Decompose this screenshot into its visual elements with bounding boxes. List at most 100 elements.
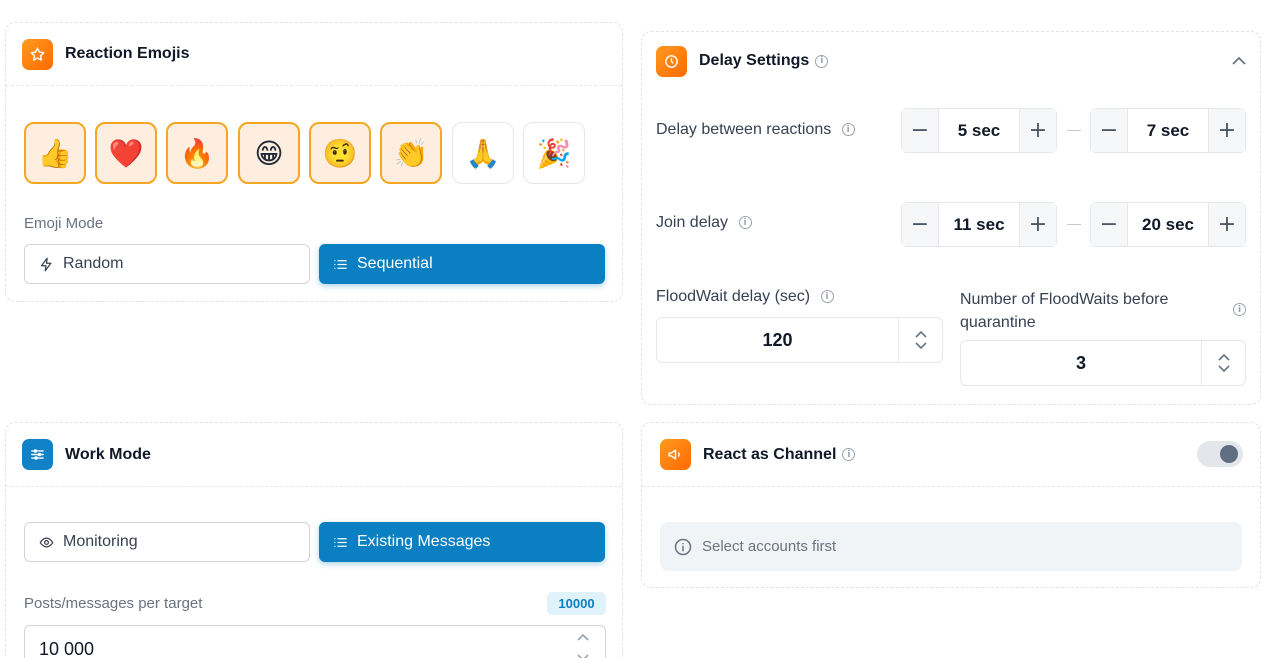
range-separator (1067, 224, 1081, 225)
select-accounts-notice: Select accounts first (660, 522, 1242, 571)
increment-button[interactable]: + (1209, 109, 1245, 152)
info-icon[interactable]: i (1233, 303, 1246, 316)
header-divider (642, 486, 1260, 487)
eye-icon (39, 536, 54, 548)
info-circle-icon (674, 538, 692, 555)
delay-between-text: Delay between reactions (656, 121, 832, 138)
work-mode-card: Work Mode Monitoring Existing Messages P… (5, 422, 623, 658)
chevron-up-icon[interactable] (1232, 56, 1246, 66)
info-icon[interactable]: i (842, 448, 856, 461)
star-icon (22, 38, 53, 70)
delay-between-label: Delay between reactions i (656, 121, 855, 139)
info-icon[interactable]: i (815, 54, 829, 68)
reaction-emojis-title: Reaction Emojis (65, 45, 190, 62)
chevron-down-icon[interactable] (577, 654, 589, 658)
emoji-option-thumbs-up[interactable]: 👍 (24, 122, 86, 184)
increment-button[interactable]: + (1209, 203, 1245, 246)
decrement-button[interactable]: − (902, 109, 938, 152)
delay-max-stepper: − 7 sec + (1090, 108, 1246, 153)
work-mode-existing-label: Existing Messages (357, 533, 491, 550)
fire-emoji-icon: 🔥 (179, 136, 215, 170)
sliders-icon (22, 439, 53, 470)
info-icon[interactable]: i (841, 123, 855, 137)
emoji-option-grin[interactable]: 😁 (238, 122, 300, 184)
floodwait-count-label: Number of FloodWaits before quarantine (960, 291, 1169, 331)
delay-min-stepper: − 5 sec + (901, 108, 1057, 153)
chevron-down-icon[interactable] (914, 342, 927, 350)
decrement-button[interactable]: − (1091, 109, 1127, 152)
work-mode-title: Work Mode (65, 445, 151, 463)
toggle-knob (1220, 445, 1238, 463)
join-delay-label: Join delay i (656, 214, 752, 232)
clap-emoji-icon: 👏 (393, 136, 429, 170)
reaction-emojis-card: Reaction Emojis 👍 ❤️ 🔥 😁 🤨 👏 🙏 🎉 Emoji Mode Ran… (5, 22, 623, 302)
work-mode-existing-button[interactable]: Existing Messages (319, 522, 605, 562)
delay-min-value[interactable]: 5 sec (938, 109, 1020, 152)
join-min-value[interactable]: 11 sec (938, 203, 1020, 246)
grin-emoji-icon: 😁 (254, 136, 284, 170)
info-icon[interactable]: i (820, 290, 834, 304)
header-divider (6, 486, 622, 487)
posts-per-target-value[interactable]: 10 000 (39, 639, 94, 658)
react-as-channel-title: React as Channel (703, 445, 837, 463)
work-mode-monitoring-button[interactable]: Monitoring (24, 522, 310, 562)
join-max-stepper: − 20 sec + (1090, 202, 1246, 247)
chevron-up-icon[interactable] (1217, 353, 1230, 361)
party-emoji-icon: 🎉 (536, 136, 572, 170)
emoji-option-heart[interactable]: ❤️ (95, 122, 157, 184)
chevron-down-icon[interactable] (1217, 365, 1230, 373)
reaction-emojis-header: Reaction Emojis (6, 23, 622, 85)
emoji-mode-label: Emoji Mode (24, 215, 104, 232)
emoji-mode-sequential-button[interactable]: Sequential (319, 244, 605, 284)
increment-button[interactable]: + (1020, 203, 1056, 246)
floodwait-delay-label: FloodWait delay (sec) i (656, 288, 834, 306)
floodwait-delay-value[interactable]: 120 (657, 318, 898, 362)
select-accounts-text: Select accounts first (702, 538, 837, 555)
posts-per-target-label: Posts/messages per target (24, 595, 203, 612)
list-icon (334, 259, 347, 269)
header-divider (6, 85, 622, 86)
pray-emoji-icon: 🙏 (465, 136, 501, 170)
join-min-stepper: − 11 sec + (901, 202, 1057, 247)
emoji-option-pray[interactable]: 🙏 (452, 122, 514, 184)
emoji-mode-random-label: Random (63, 255, 124, 272)
chevron-up-icon[interactable] (577, 633, 589, 641)
lightning-icon (40, 257, 52, 271)
emoji-option-fire[interactable]: 🔥 (166, 122, 228, 184)
posts-per-target-input[interactable]: 10 000 (24, 625, 606, 658)
delay-settings-title: Delay Settings (699, 52, 810, 69)
posts-limit-badge: 10000 (547, 592, 606, 615)
spin-buttons (1201, 341, 1245, 385)
emoji-mode-sequential-label: Sequential (357, 255, 433, 272)
info-icon[interactable]: i (738, 216, 752, 230)
decrement-button[interactable]: − (902, 203, 938, 246)
megaphone-icon (660, 439, 691, 470)
react-as-channel-card: React as Channel i Select accounts first (641, 422, 1261, 588)
delay-settings-card: Delay Settings i Delay between reactions… (641, 31, 1261, 405)
delay-max-value[interactable]: 7 sec (1127, 109, 1209, 152)
spin-buttons (898, 318, 942, 362)
thumbs-up-emoji-icon: 👍 (37, 136, 73, 170)
list-icon (334, 537, 347, 547)
emoji-option-clap[interactable]: 👏 (380, 122, 442, 184)
increment-button[interactable]: + (1020, 109, 1056, 152)
decrement-button[interactable]: − (1091, 203, 1127, 246)
work-mode-monitoring-label: Monitoring (63, 533, 138, 550)
join-max-value[interactable]: 20 sec (1127, 203, 1209, 246)
skeptical-emoji-icon: 🤨 (322, 136, 358, 170)
react-as-channel-header: React as Channel i (642, 423, 1260, 486)
emoji-option-party[interactable]: 🎉 (523, 122, 585, 184)
heart-emoji-icon: ❤️ (108, 136, 144, 170)
work-mode-header: Work Mode (6, 423, 622, 486)
emoji-option-skeptical[interactable]: 🤨 (309, 122, 371, 184)
emoji-mode-random-button[interactable]: Random (24, 244, 310, 284)
react-as-channel-toggle[interactable] (1197, 441, 1243, 467)
floodwait-delay-input[interactable]: 120 (656, 317, 943, 363)
clock-icon (656, 45, 687, 77)
chevron-up-icon[interactable] (914, 330, 927, 338)
floodwait-delay-text: FloodWait delay (sec) (656, 288, 811, 305)
delay-settings-header[interactable]: Delay Settings i (642, 32, 1260, 90)
floodwait-count-input[interactable]: 3 (960, 340, 1246, 386)
join-delay-text: Join delay (656, 214, 729, 231)
floodwait-count-value[interactable]: 3 (961, 341, 1201, 385)
